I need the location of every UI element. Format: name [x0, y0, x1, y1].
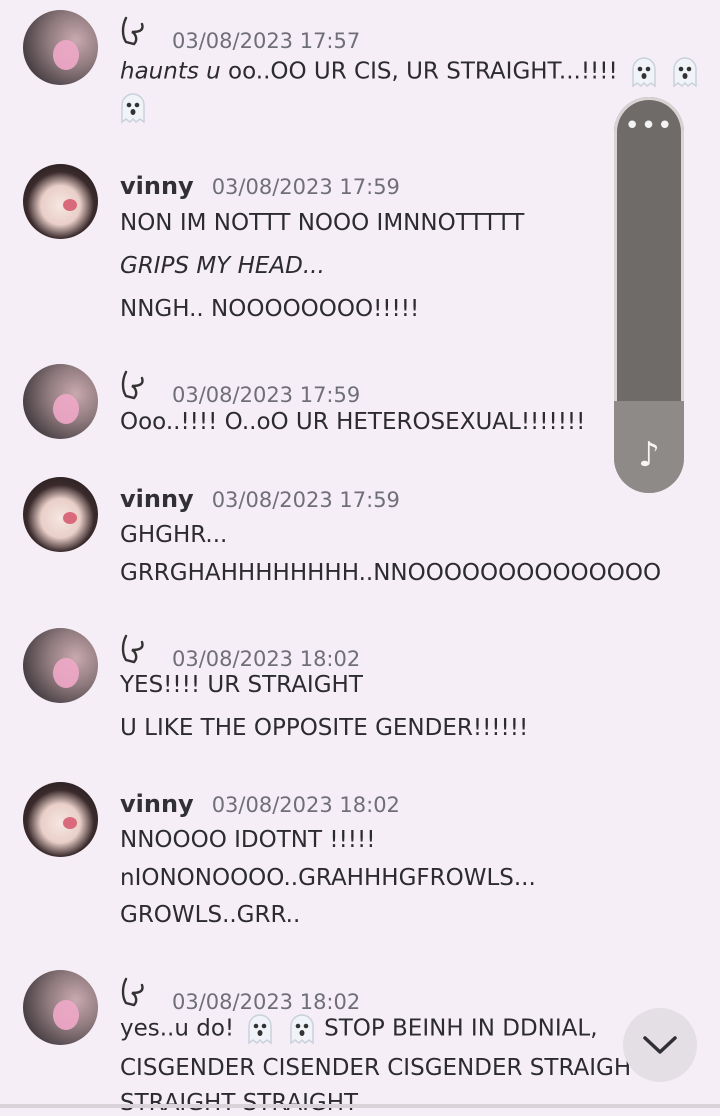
- curly-name-icon: [121, 977, 144, 1007]
- avatar[interactable]: [23, 628, 98, 703]
- message-timestamp: 03/08/2023 18:02: [172, 647, 361, 671]
- curly-name-icon: [121, 634, 144, 664]
- ghost-icon: [673, 57, 698, 88]
- avatar[interactable]: [23, 164, 98, 239]
- author-name[interactable]: vinny: [120, 485, 194, 513]
- ghost-icon: [290, 1014, 314, 1045]
- music-player-lower[interactable]: ♪: [614, 401, 684, 493]
- message-timestamp: 03/08/2023 17:59: [211, 175, 400, 199]
- message-timestamp: 03/08/2023 18:02: [211, 793, 400, 817]
- avatar[interactable]: [23, 970, 98, 1045]
- message-text: yes..u do! STOP BEINH IN DDNIAL,: [120, 1013, 598, 1045]
- music-player-panel[interactable]: ••• ♪: [614, 97, 684, 493]
- message-timestamp: 03/08/2023 17:59: [172, 383, 361, 407]
- message-text: nIONONOOOO..GRAHHHGFROWLS...: [120, 865, 536, 891]
- music-note-icon[interactable]: ♪: [614, 435, 684, 475]
- ghost-icon: [121, 93, 145, 124]
- message-text: Ooo..!!!! O..oO UR HETEROSEXUAL!!!!!!!: [120, 409, 586, 435]
- message-text: NNGH.. NOOOOOOOO!!!!!: [120, 296, 420, 322]
- message-text: GHGHR...: [120, 522, 228, 548]
- ghost-icon: [632, 57, 656, 88]
- avatar[interactable]: [23, 477, 98, 552]
- message-timestamp: 03/08/2023 17:57: [172, 29, 361, 53]
- more-options-icon[interactable]: •••: [614, 113, 684, 139]
- message-text: GRIPS MY HEAD...: [120, 253, 325, 279]
- message-text: STRAIGHT STRAIGHT: [120, 1090, 359, 1116]
- message-text: YES!!!! UR STRAIGHT: [120, 672, 363, 698]
- message-text: NNOOOO IDOTNT !!!!!: [120, 827, 376, 853]
- message-text: CISGENDER CISENDER CISGENDER STRAIGH: [120, 1055, 632, 1081]
- bottom-divider: [0, 1104, 720, 1108]
- message-text: haunts u oo..OO UR CIS, UR STRAIGHT...!!…: [120, 56, 700, 88]
- ghost-icon: [248, 1014, 273, 1045]
- message-timestamp: 03/08/2023 17:59: [211, 488, 400, 512]
- avatar[interactable]: [23, 10, 98, 85]
- curly-name-icon: [121, 16, 144, 46]
- message-timestamp: 03/08/2023 18:02: [172, 990, 361, 1014]
- message-text: GROWLS..GRR..: [120, 902, 301, 928]
- avatar[interactable]: [23, 782, 98, 857]
- chevron-down-icon: [643, 1036, 677, 1054]
- author-name[interactable]: vinny: [120, 790, 194, 818]
- avatar[interactable]: [23, 364, 98, 439]
- message-text: NON IM NOTTT NOOO IMNNOTTTTT: [120, 210, 525, 236]
- message-text: U LIKE THE OPPOSITE GENDER!!!!!!: [120, 715, 529, 741]
- jump-to-bottom-button[interactable]: [623, 1008, 697, 1082]
- author-name[interactable]: vinny: [120, 172, 194, 200]
- message-text: GRRGHAHHHHHHHH..NNOOOOOOOOOOOOOO: [120, 560, 662, 586]
- curly-name-icon: [121, 370, 144, 400]
